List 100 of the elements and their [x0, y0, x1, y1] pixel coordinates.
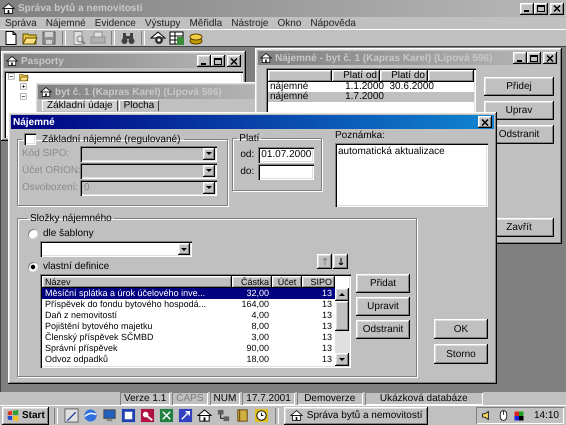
column-header[interactable]: Název	[42, 276, 232, 288]
table-cell-text: 13	[320, 288, 333, 299]
list-row[interactable]: nájemné 1.1.2000 30.6.2000	[268, 82, 474, 92]
network-icon[interactable]	[216, 408, 231, 423]
pen-icon[interactable]	[64, 408, 79, 423]
status-field: CAPS	[172, 392, 208, 405]
dropdown-field[interactable]	[40, 241, 192, 257]
down-arrow-icon	[336, 258, 344, 265]
dialog-button[interactable]: OK	[434, 319, 488, 339]
list-row[interactable]: Příspěvek do fondu bytového hospodá... 164,00 13	[42, 299, 335, 310]
globe-icon[interactable]	[82, 408, 98, 423]
maximize-button[interactable]	[527, 52, 541, 64]
tab[interactable]: Základní údaje	[42, 100, 118, 111]
menu-item[interactable]: Měřidla	[189, 18, 222, 28]
clock-text: 14:10	[534, 410, 559, 421]
move-down-button[interactable]	[333, 254, 348, 269]
print-preview-icon[interactable]	[71, 30, 87, 46]
collapse-icon[interactable]	[7, 72, 17, 82]
clock-icon[interactable]	[254, 408, 269, 423]
move-up-button[interactable]	[317, 254, 332, 269]
menu-item[interactable]: Okno	[277, 18, 302, 28]
save-icon[interactable]	[41, 30, 57, 46]
close-button[interactable]	[478, 116, 492, 128]
table-cell-text: 30.6.2000	[388, 82, 434, 92]
minimize-button[interactable]	[520, 2, 534, 14]
action-button[interactable]: Přidej	[484, 77, 554, 96]
close-button[interactable]	[550, 2, 564, 14]
house-icon	[6, 55, 18, 67]
column-header[interactable]: Platí od	[332, 70, 380, 82]
house-icon	[260, 52, 272, 64]
maximize-icon	[214, 58, 222, 64]
book-icon[interactable]	[234, 408, 250, 423]
field-label: Účet ORION:	[22, 165, 80, 176]
table-cell-text: 18,00	[245, 354, 270, 365]
window-title: Nájemné	[13, 116, 55, 128]
action-button[interactable]: Odstranit	[356, 320, 410, 339]
checkbox-label: Základní nájemné (regulované)	[41, 134, 182, 144]
list-row[interactable]: Měsíční splátka a úrok účelového inve... 32,00 13	[42, 288, 335, 299]
field-label: Osvobození:	[22, 182, 80, 193]
taskbar-button[interactable]: Správa bytů a nemovitostí	[284, 406, 428, 424]
date-input[interactable]	[258, 164, 314, 180]
minimize-button[interactable]	[197, 55, 211, 67]
column-header[interactable]	[268, 70, 332, 82]
status-field: Ukázková databáze	[364, 392, 483, 405]
radio-button[interactable]	[28, 262, 38, 272]
list-row[interactable]: Členský příspěvek SČMBD 3,00 13	[42, 332, 335, 343]
up-triangle-icon	[338, 291, 346, 298]
maximize-button[interactable]	[211, 55, 225, 67]
menu-item[interactable]: Výstupy	[144, 18, 180, 28]
list-row[interactable]: nájemné 1.7.2000	[268, 92, 474, 102]
menu-item[interactable]: Nájemné	[46, 18, 86, 28]
column-header[interactable]: Částka	[232, 276, 272, 288]
expand-icon[interactable]	[19, 82, 29, 92]
house-icon[interactable]	[196, 408, 212, 423]
table-cell-text: Členský příspěvek SČMBD	[44, 332, 155, 343]
menu-item[interactable]: Evidence	[94, 18, 136, 28]
table-cell-text: 1.1.2000	[344, 82, 384, 92]
checkbox[interactable]	[24, 133, 36, 145]
menu-item[interactable]: Nástroje	[231, 18, 268, 28]
action-button[interactable]: Přidat	[356, 274, 410, 293]
monitor-icon[interactable]	[102, 408, 117, 423]
binoculars-icon[interactable]	[120, 30, 136, 46]
radio-button[interactable]	[28, 228, 38, 238]
maximize-icon	[530, 54, 538, 62]
shortcut-icon[interactable]	[178, 408, 193, 423]
menu-item[interactable]: Nápověda	[310, 18, 356, 28]
close-button[interactable]	[227, 55, 241, 67]
menu-item[interactable]: Správa	[5, 18, 37, 28]
spreadsheet-icon[interactable]	[158, 408, 174, 423]
list-row[interactable]: Daň z nemovitostí 4,00 13	[42, 310, 335, 321]
start-button[interactable]: Start	[2, 406, 49, 424]
table-cell-text: Měsíční splátka a úrok účelového inve...	[44, 288, 206, 299]
new-document-icon[interactable]	[3, 30, 19, 46]
date-input[interactable]: 01.07.2000	[258, 146, 314, 162]
action-button[interactable]: Uprav	[484, 101, 554, 120]
house-gear-icon[interactable]	[150, 30, 166, 46]
note-field[interactable]: automatická aktualizace	[335, 143, 488, 207]
action-button[interactable]: Upravit	[356, 297, 410, 316]
list-row[interactable]: Pojištění bytového majetku 8,00 13	[42, 321, 335, 332]
close-button[interactable]	[543, 52, 557, 64]
scrollbar[interactable]	[335, 288, 349, 366]
table-cell-text: 1.7.2000	[344, 92, 384, 102]
maximize-button[interactable]	[534, 2, 548, 14]
list-row[interactable]: Správní příspěvek 90,00 13	[42, 343, 335, 354]
folder-icon	[19, 72, 29, 82]
column-header[interactable]: Platí do	[380, 70, 428, 82]
column-header[interactable]	[428, 70, 474, 82]
status-field: Verze 1.1	[120, 392, 170, 405]
minimize-button[interactable]	[513, 52, 527, 64]
tab[interactable]: Plocha	[118, 100, 160, 111]
column-header[interactable]: Účet	[272, 276, 302, 288]
list-row[interactable]: Odvoz odpadků 18,00 13	[42, 354, 335, 365]
table-icon[interactable]	[169, 30, 185, 46]
table-cell-text: Daň z nemovitostí	[44, 310, 118, 321]
table-cell-text: 13	[320, 299, 333, 310]
dialog-button[interactable]: Storno	[434, 344, 488, 364]
column-header[interactable]: SIPO	[302, 276, 335, 288]
windows-logo-icon	[6, 408, 20, 422]
status-field: Demoverze	[296, 392, 363, 405]
close-icon	[546, 54, 554, 62]
